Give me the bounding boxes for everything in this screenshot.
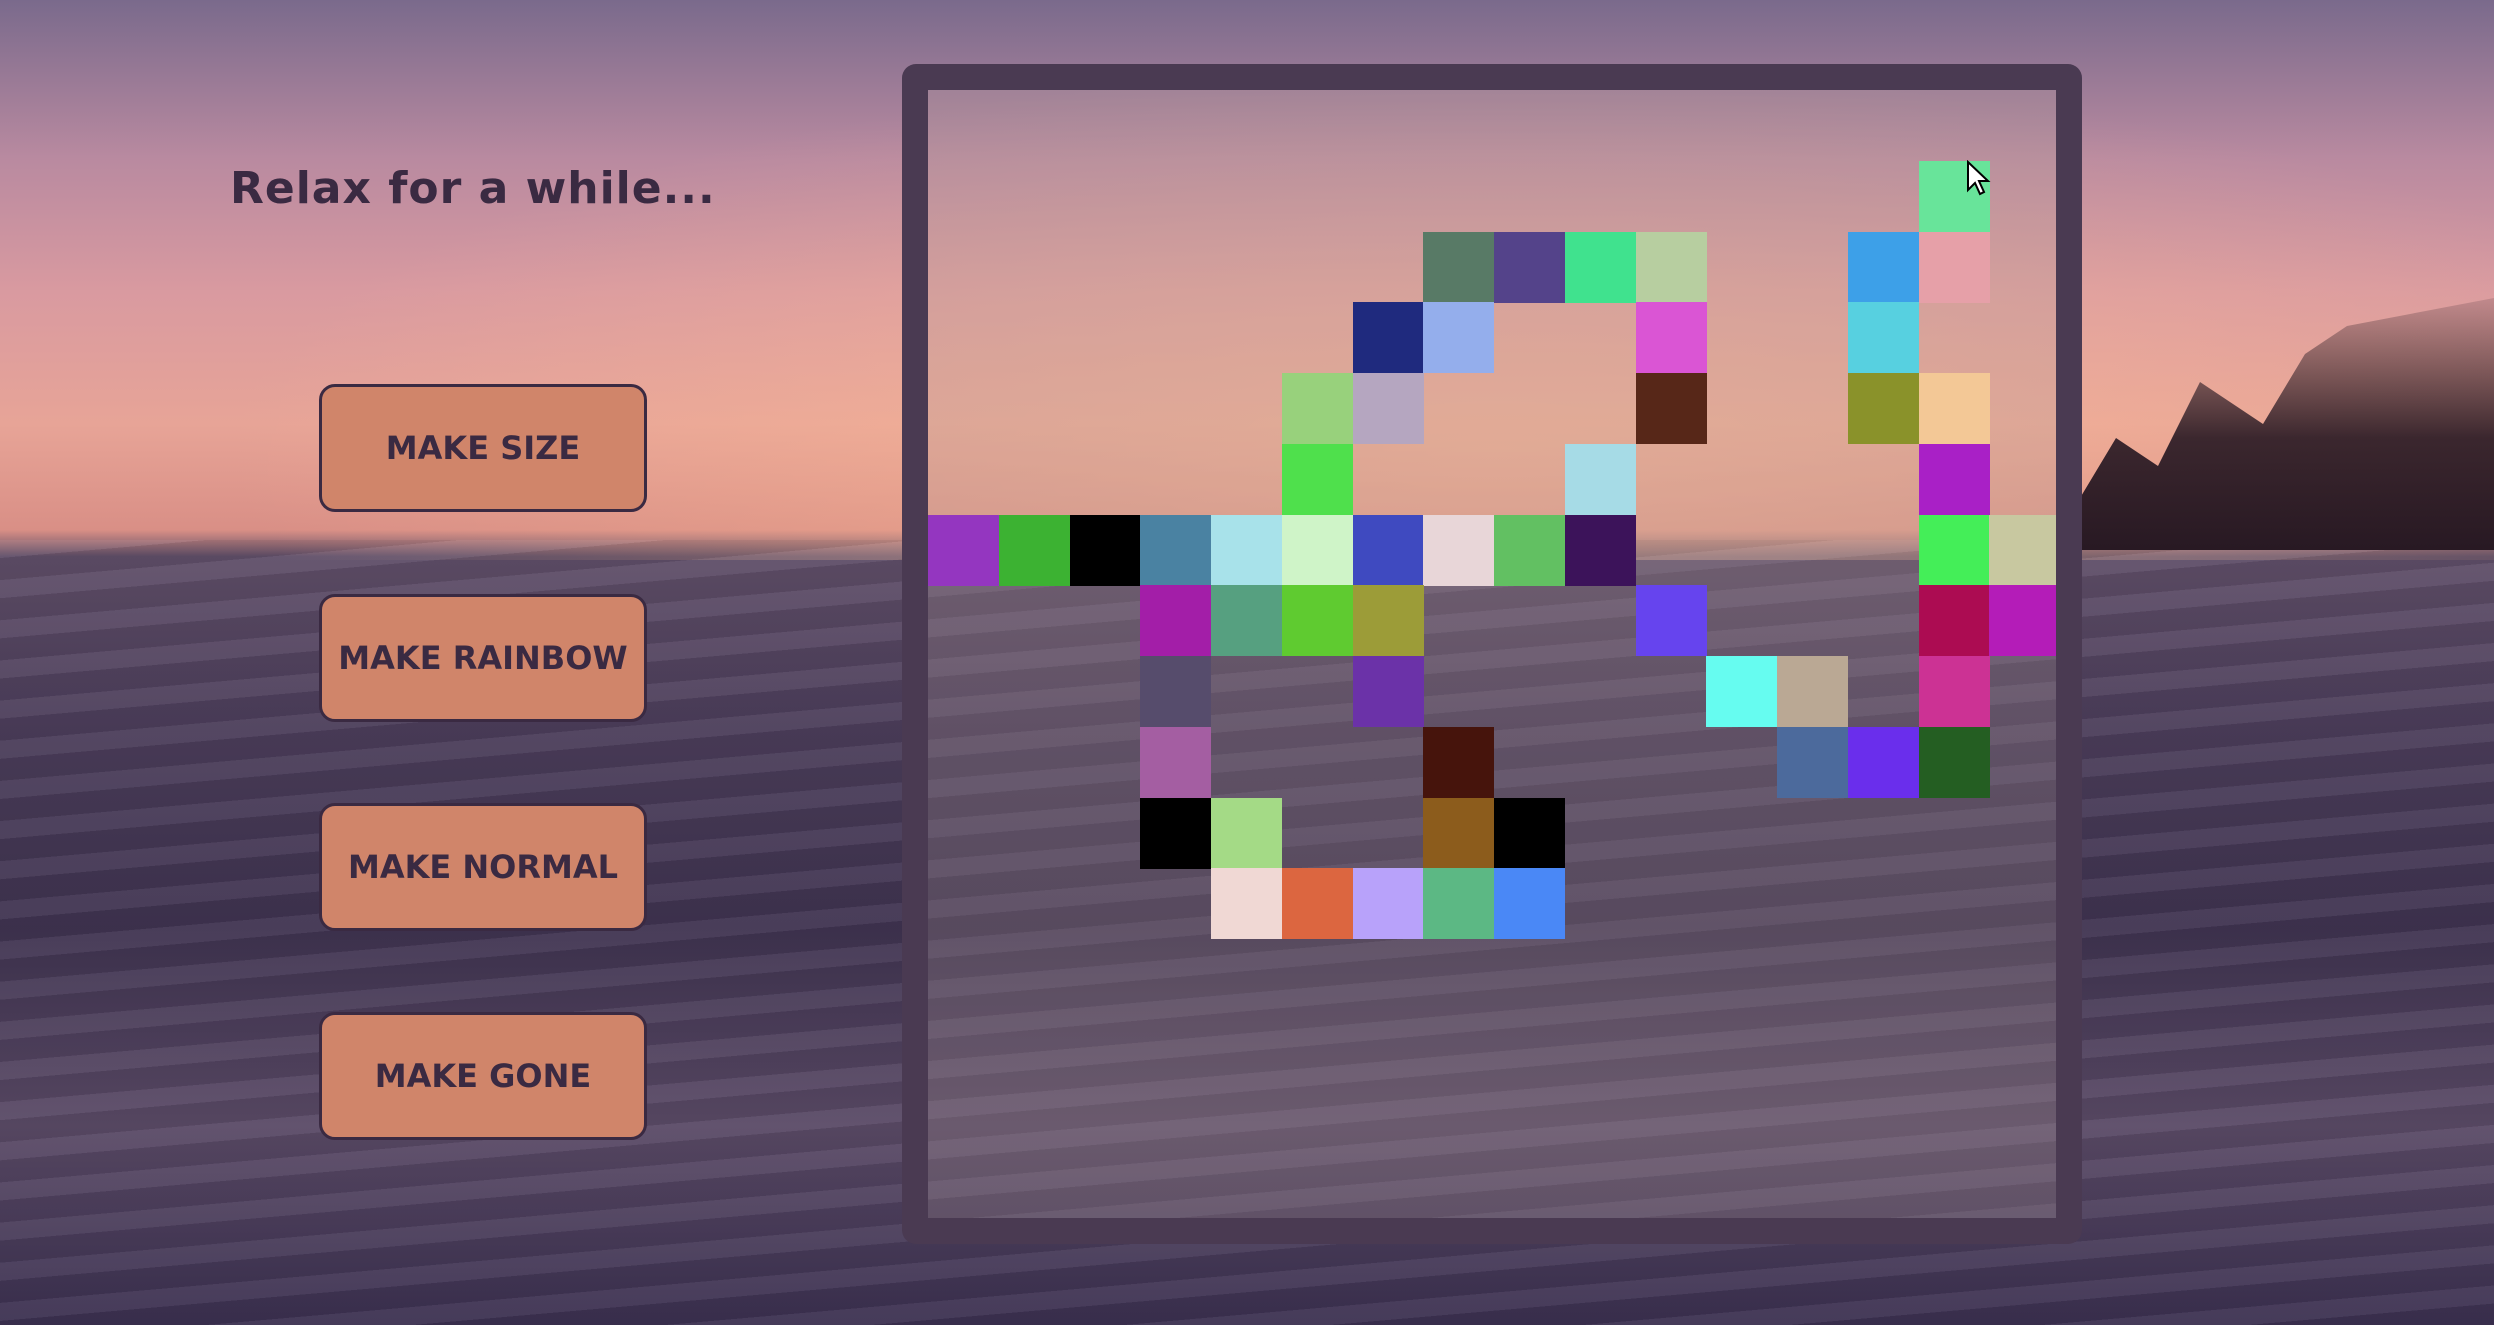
grid-cell[interactable] (1635, 231, 1707, 303)
grid-cell[interactable] (1140, 797, 1212, 869)
grid-cell[interactable] (1635, 373, 1707, 444)
grid-cell[interactable] (1140, 726, 1212, 798)
grid-cell[interactable] (1918, 656, 1990, 727)
grid-cell[interactable] (1635, 585, 1707, 657)
grid-cell[interactable] (1564, 231, 1636, 303)
grid-cell[interactable] (1069, 514, 1141, 586)
grid-cell[interactable] (1281, 443, 1353, 515)
grid-cell[interactable] (1140, 656, 1212, 727)
grid-cell[interactable] (1423, 514, 1495, 586)
grid-cell[interactable] (1352, 302, 1424, 374)
grid-cell[interactable] (1777, 656, 1848, 727)
grid-cell[interactable] (1564, 443, 1636, 515)
grid-cell[interactable] (1989, 514, 2056, 586)
grid-cell[interactable] (1352, 514, 1424, 586)
make-normal-button[interactable]: MAKE NORMAL (319, 803, 647, 931)
grid-cell[interactable] (1281, 373, 1353, 444)
grid-cell[interactable] (1918, 443, 1990, 515)
grid-cell[interactable] (1918, 231, 1990, 303)
grid-cell[interactable] (1918, 514, 1990, 586)
grid-cell[interactable] (1494, 514, 1565, 586)
grid-cell[interactable] (1423, 726, 1495, 798)
grid-cell[interactable] (1140, 514, 1212, 586)
grid-cell[interactable] (1352, 373, 1424, 444)
grid-cell[interactable] (1352, 585, 1424, 657)
grid-cell[interactable] (1211, 514, 1282, 586)
grid-cell[interactable] (1494, 231, 1565, 303)
grid-cell[interactable] (1423, 231, 1495, 303)
grid-cell[interactable] (1211, 585, 1282, 657)
grid-cell[interactable] (1494, 868, 1565, 940)
grid-cell[interactable] (998, 514, 1070, 586)
grid-cell[interactable] (1423, 868, 1495, 940)
grid-cell[interactable] (1352, 656, 1424, 727)
mouse-cursor-icon (1967, 160, 1991, 196)
grid-cell[interactable] (1281, 514, 1353, 586)
grid-cell[interactable] (1423, 302, 1495, 374)
grid-cell[interactable] (1918, 585, 1990, 657)
grid-cell[interactable] (1564, 514, 1636, 586)
grid-cell[interactable] (1989, 585, 2056, 657)
grid-cell[interactable] (1423, 797, 1495, 869)
grid-cell[interactable] (1211, 797, 1282, 869)
make-size-button[interactable]: MAKE SIZE (319, 384, 647, 512)
make-rainbow-button[interactable]: MAKE RAINBOW (319, 594, 647, 722)
grid-cell[interactable] (1352, 868, 1424, 940)
grid-cell[interactable] (1281, 868, 1353, 940)
grid-cell[interactable] (1847, 726, 1919, 798)
page-title: Relax for a while... (230, 163, 716, 214)
grid-cell[interactable] (928, 514, 999, 586)
grid-cell[interactable] (1494, 797, 1565, 869)
grid-cell[interactable] (1918, 726, 1990, 798)
pixel-board[interactable] (902, 64, 2082, 1244)
grid-cell[interactable] (1211, 868, 1282, 940)
grid-cell[interactable] (1635, 302, 1707, 374)
grid-cell[interactable] (1706, 656, 1778, 727)
grid-cell[interactable] (1847, 231, 1919, 303)
grid-cell[interactable] (1777, 726, 1848, 798)
make-gone-button[interactable]: MAKE GONE (319, 1012, 647, 1140)
grid-cell[interactable] (1918, 373, 1990, 444)
grid-cell[interactable] (1847, 302, 1919, 374)
grid-cell[interactable] (1140, 585, 1212, 657)
grid-cell[interactable] (1281, 585, 1353, 657)
grid-cell[interactable] (1847, 373, 1919, 444)
